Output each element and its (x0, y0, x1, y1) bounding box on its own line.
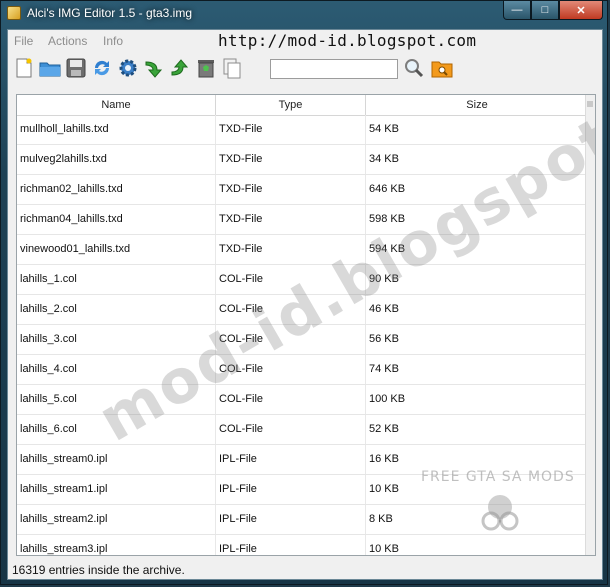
watermark-url: http://mod-id.blogspot.com (218, 31, 477, 50)
cell-name: vinewood01_lahills.txd (17, 235, 216, 264)
app-icon (7, 6, 21, 20)
cell-type: COL-File (216, 385, 366, 414)
table-row[interactable]: lahills_stream3.ipl IPL-File 10 KB (17, 535, 588, 555)
cell-type: TXD-File (216, 205, 366, 234)
table-row[interactable]: lahills_2.col COL-File 46 KB (17, 295, 588, 325)
cell-type: COL-File (216, 265, 366, 294)
cell-name: richman04_lahills.txd (17, 205, 216, 234)
cell-type: IPL-File (216, 445, 366, 474)
menu-info[interactable]: Info (103, 34, 123, 48)
cell-name: richman02_lahills.txd (17, 175, 216, 204)
table-row[interactable]: lahills_6.col COL-File 52 KB (17, 415, 588, 445)
table-row[interactable]: vinewood01_lahills.txd TXD-File 594 KB (17, 235, 588, 265)
recycle-bin-icon[interactable] (194, 56, 218, 80)
cell-type: IPL-File (216, 535, 366, 555)
cell-type: COL-File (216, 295, 366, 324)
cell-size: 16 KB (369, 453, 399, 465)
cell-size: 10 KB (369, 483, 399, 495)
cell-type: TXD-File (216, 175, 366, 204)
cell-name: lahills_stream1.ipl (17, 475, 216, 504)
menu-file[interactable]: File (14, 34, 33, 48)
cell-size: 34 KB (369, 153, 399, 165)
client-area: File Actions Info http://mod-id.blogspot… (7, 29, 603, 580)
cell-name: lahills_stream3.ipl (17, 535, 216, 555)
cell-name: lahills_1.col (17, 265, 216, 294)
cell-name: lahills_5.col (17, 385, 216, 414)
cell-name: lahills_3.col (17, 325, 216, 354)
table-row[interactable]: lahills_3.col COL-File 56 KB (17, 325, 588, 355)
cell-name: lahills_stream0.ipl (17, 445, 216, 474)
close-button[interactable]: ✕ (559, 1, 603, 20)
status-bar: 16319 entries inside the archive. (12, 563, 185, 577)
cell-size: 90 KB (369, 273, 399, 285)
table-row[interactable]: richman04_lahills.txd TXD-File 598 KB (17, 205, 588, 235)
cell-size: 594 KB (369, 243, 406, 255)
menu-bar: File Actions Info http://mod-id.blogspot… (8, 30, 602, 52)
table-row[interactable]: lahills_1.col COL-File 90 KB (17, 265, 588, 295)
cell-name: mullholl_lahills.txd (17, 115, 216, 144)
cell-type: IPL-File (216, 475, 366, 504)
cell-type: TXD-File (216, 145, 366, 174)
table-header: Name Type Size (17, 95, 588, 116)
cell-type: IPL-File (216, 505, 366, 534)
window-title: Alci's IMG Editor 1.5 - gta3.img (27, 6, 193, 20)
toolbar (8, 54, 602, 86)
table-row[interactable]: lahills_stream0.ipl IPL-File 16 KB (17, 445, 588, 475)
settings-gear-icon[interactable] (116, 56, 140, 80)
cell-type: COL-File (216, 355, 366, 384)
arrow-up-icon[interactable] (168, 56, 192, 80)
cell-name: lahills_4.col (17, 355, 216, 384)
cell-size: 100 KB (369, 393, 406, 405)
vertical-scrollbar[interactable] (585, 95, 595, 555)
cell-size: 646 KB (369, 183, 406, 195)
column-header-size[interactable]: Size (366, 95, 588, 115)
menu-actions[interactable]: Actions (48, 34, 87, 48)
cell-name: lahills_stream2.ipl (17, 505, 216, 534)
save-icon[interactable] (64, 56, 88, 80)
new-file-icon[interactable] (12, 56, 36, 80)
minimize-button[interactable]: — (503, 1, 531, 20)
cell-size: 74 KB (369, 363, 399, 375)
cell-type: COL-File (216, 325, 366, 354)
table-row[interactable]: mullholl_lahills.txd TXD-File 54 KB (17, 115, 588, 145)
folder-search-icon[interactable] (430, 56, 454, 80)
column-header-type[interactable]: Type (216, 95, 366, 115)
cell-type: TXD-File (216, 235, 366, 264)
cell-name: lahills_2.col (17, 295, 216, 324)
cell-size: 10 KB (369, 543, 399, 555)
scroll-thumb[interactable] (587, 101, 593, 107)
table-row[interactable]: lahills_4.col COL-File 74 KB (17, 355, 588, 385)
table-row[interactable]: lahills_5.col COL-File 100 KB (17, 385, 588, 415)
cell-size: 52 KB (369, 423, 399, 435)
refresh-icon[interactable] (90, 56, 114, 80)
arrow-down-icon[interactable] (142, 56, 166, 80)
cell-size: 598 KB (369, 213, 406, 225)
search-icon[interactable] (402, 56, 426, 80)
cell-size: 56 KB (369, 333, 399, 345)
table-row[interactable]: lahills_stream2.ipl IPL-File 8 KB (17, 505, 588, 535)
search-input[interactable] (270, 59, 398, 79)
table-row[interactable]: richman02_lahills.txd TXD-File 646 KB (17, 175, 588, 205)
cell-type: TXD-File (216, 115, 366, 144)
table-row[interactable]: lahills_stream1.ipl IPL-File 10 KB (17, 475, 588, 505)
file-list-table[interactable]: Name Type Size mullholl_lahills.txd TXD-F… (16, 94, 596, 556)
cell-size: 54 KB (369, 123, 399, 135)
table-row[interactable]: mulveg2lahills.txd TXD-File 34 KB (17, 145, 588, 175)
cell-name: mulveg2lahills.txd (17, 145, 216, 174)
copy-icon[interactable] (220, 56, 244, 80)
column-header-name[interactable]: Name (17, 95, 216, 115)
app-window: Alci's IMG Editor 1.5 - gta3.img — □ ✕ F… (0, 0, 608, 585)
cell-type: COL-File (216, 415, 366, 444)
cell-size: 8 KB (369, 513, 393, 525)
maximize-button[interactable]: □ (531, 1, 559, 20)
title-bar[interactable]: Alci's IMG Editor 1.5 - gta3.img — □ ✕ (1, 1, 607, 27)
cell-size: 46 KB (369, 303, 399, 315)
cell-name: lahills_6.col (17, 415, 216, 444)
open-folder-icon[interactable] (38, 56, 62, 80)
